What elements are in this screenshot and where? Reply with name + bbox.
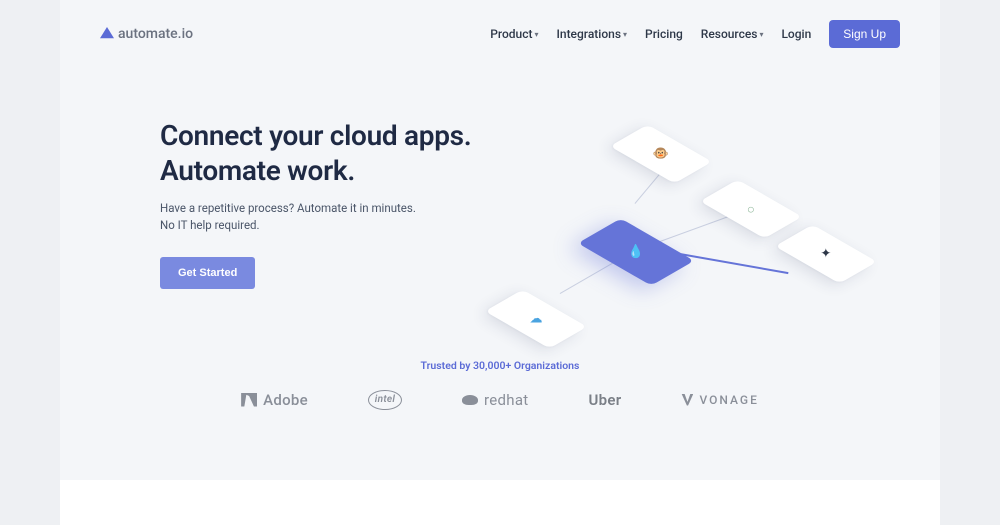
site-header: automate.io Product▾ Integrations▾ Prici… [60, 0, 940, 48]
mailchimp-tile: 🐵 [610, 124, 712, 183]
adobe-icon [241, 393, 257, 407]
nav-product[interactable]: Product▾ [490, 27, 538, 41]
logo-droplet-icon [100, 27, 114, 41]
nav-login[interactable]: Login [781, 27, 811, 41]
salesforce-tile: ☁ [485, 289, 587, 348]
automate-center-tile: 💧 [578, 218, 695, 285]
cloud-icon: ☁ [530, 312, 543, 327]
brand-uber: Uber [589, 391, 622, 409]
nav-resources[interactable]: Resources▾ [701, 27, 764, 41]
chevron-down-icon: ▾ [759, 30, 763, 39]
connector-line [560, 258, 621, 294]
brand-adobe: Adobe [241, 391, 308, 409]
hero-section: Connect your cloud apps. Automate work. … [60, 48, 940, 289]
chevron-down-icon: ▾ [623, 30, 627, 39]
redhat-icon [462, 395, 478, 405]
main-nav: Product▾ Integrations▾ Pricing Resources… [490, 20, 900, 48]
sendgrid-tile: ✦ [775, 224, 877, 283]
star-icon: ✦ [821, 247, 832, 262]
droplet-icon: 💧 [628, 245, 644, 260]
trusted-section: Trusted by 30,000+ Organizations Adobe i… [60, 359, 940, 430]
sign-up-button[interactable]: Sign Up [829, 20, 900, 48]
brand-redhat: redhat [462, 391, 529, 409]
chevron-down-icon: ▾ [534, 30, 538, 39]
get-started-button[interactable]: Get Started [160, 257, 255, 289]
logo[interactable]: automate.io [100, 26, 193, 42]
intel-icon: intel [368, 390, 402, 410]
helpscout-tile: ○ [700, 179, 802, 238]
hero-illustration: 🐵 💧 ○ ✦ ☁ [440, 103, 870, 363]
footer-strip [60, 480, 940, 525]
brand-intel: intel [368, 390, 402, 410]
monkey-icon: 🐵 [653, 147, 669, 162]
nav-integrations[interactable]: Integrations▾ [556, 27, 627, 41]
logo-text: automate.io [118, 26, 193, 42]
nav-pricing[interactable]: Pricing [645, 27, 683, 41]
brand-vonage: VONAGE [681, 393, 758, 407]
brand-logos-row: Adobe intel redhat Uber VONAGE [60, 390, 940, 410]
connector-line [680, 253, 789, 274]
circle-icon: ○ [747, 201, 755, 217]
connector-line [660, 214, 736, 242]
vonage-icon [681, 394, 693, 406]
